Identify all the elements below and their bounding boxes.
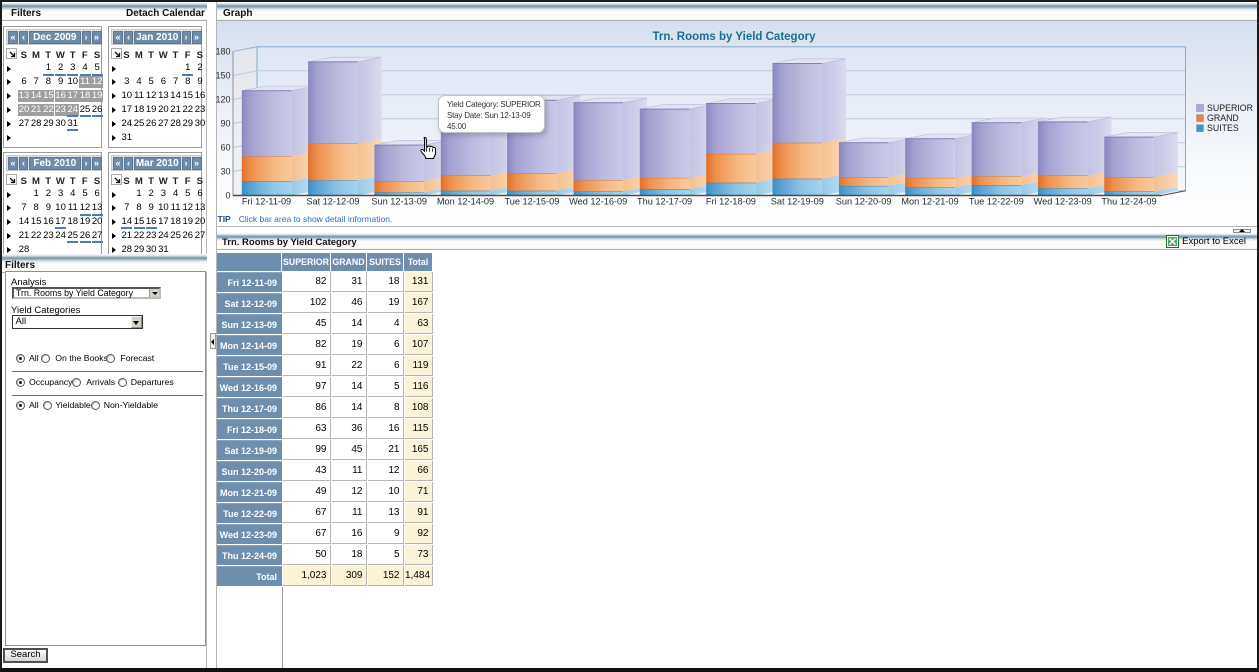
- svg-text:SUITES: SUITES: [1207, 123, 1239, 133]
- svg-text:0: 0: [225, 191, 230, 201]
- svg-text:Thu 12-24-09: Thu 12-24-09: [1101, 197, 1156, 207]
- svg-text:Wed 12-16-09: Wed 12-16-09: [569, 197, 627, 207]
- svg-text:180: 180: [215, 47, 230, 57]
- svg-text:SUPERIOR: SUPERIOR: [1207, 103, 1253, 113]
- svg-text:30: 30: [220, 167, 230, 177]
- svg-text:60: 60: [220, 143, 230, 153]
- svg-text:Thu 12-17-09: Thu 12-17-09: [637, 197, 692, 207]
- svg-text:90: 90: [220, 119, 230, 129]
- svg-text:Sat 12-19-09: Sat 12-19-09: [771, 197, 824, 207]
- svg-text:Tue 12-22-09: Tue 12-22-09: [969, 197, 1024, 207]
- svg-text:Sun 12-13-09: Sun 12-13-09: [371, 197, 427, 207]
- svg-text:Trn. Rooms by Yield Category: Trn. Rooms by Yield Category: [653, 31, 817, 43]
- svg-text:GRAND: GRAND: [1207, 113, 1239, 123]
- svg-text:Sat 12-12-09: Sat 12-12-09: [306, 197, 359, 207]
- svg-text:Mon 12-21-09: Mon 12-21-09: [901, 197, 958, 207]
- svg-text:Fri 12-11-09: Fri 12-11-09: [242, 197, 291, 207]
- svg-text:Sun 12-20-09: Sun 12-20-09: [836, 197, 892, 207]
- svg-text:Tue 12-15-09: Tue 12-15-09: [504, 197, 559, 207]
- svg-text:120: 120: [215, 95, 230, 105]
- svg-text:Mon 12-14-09: Mon 12-14-09: [437, 197, 494, 207]
- svg-text:150: 150: [215, 71, 230, 81]
- svg-text:Wed 12-23-09: Wed 12-23-09: [1034, 197, 1092, 207]
- svg-text:Fri 12-18-09: Fri 12-18-09: [706, 197, 756, 207]
